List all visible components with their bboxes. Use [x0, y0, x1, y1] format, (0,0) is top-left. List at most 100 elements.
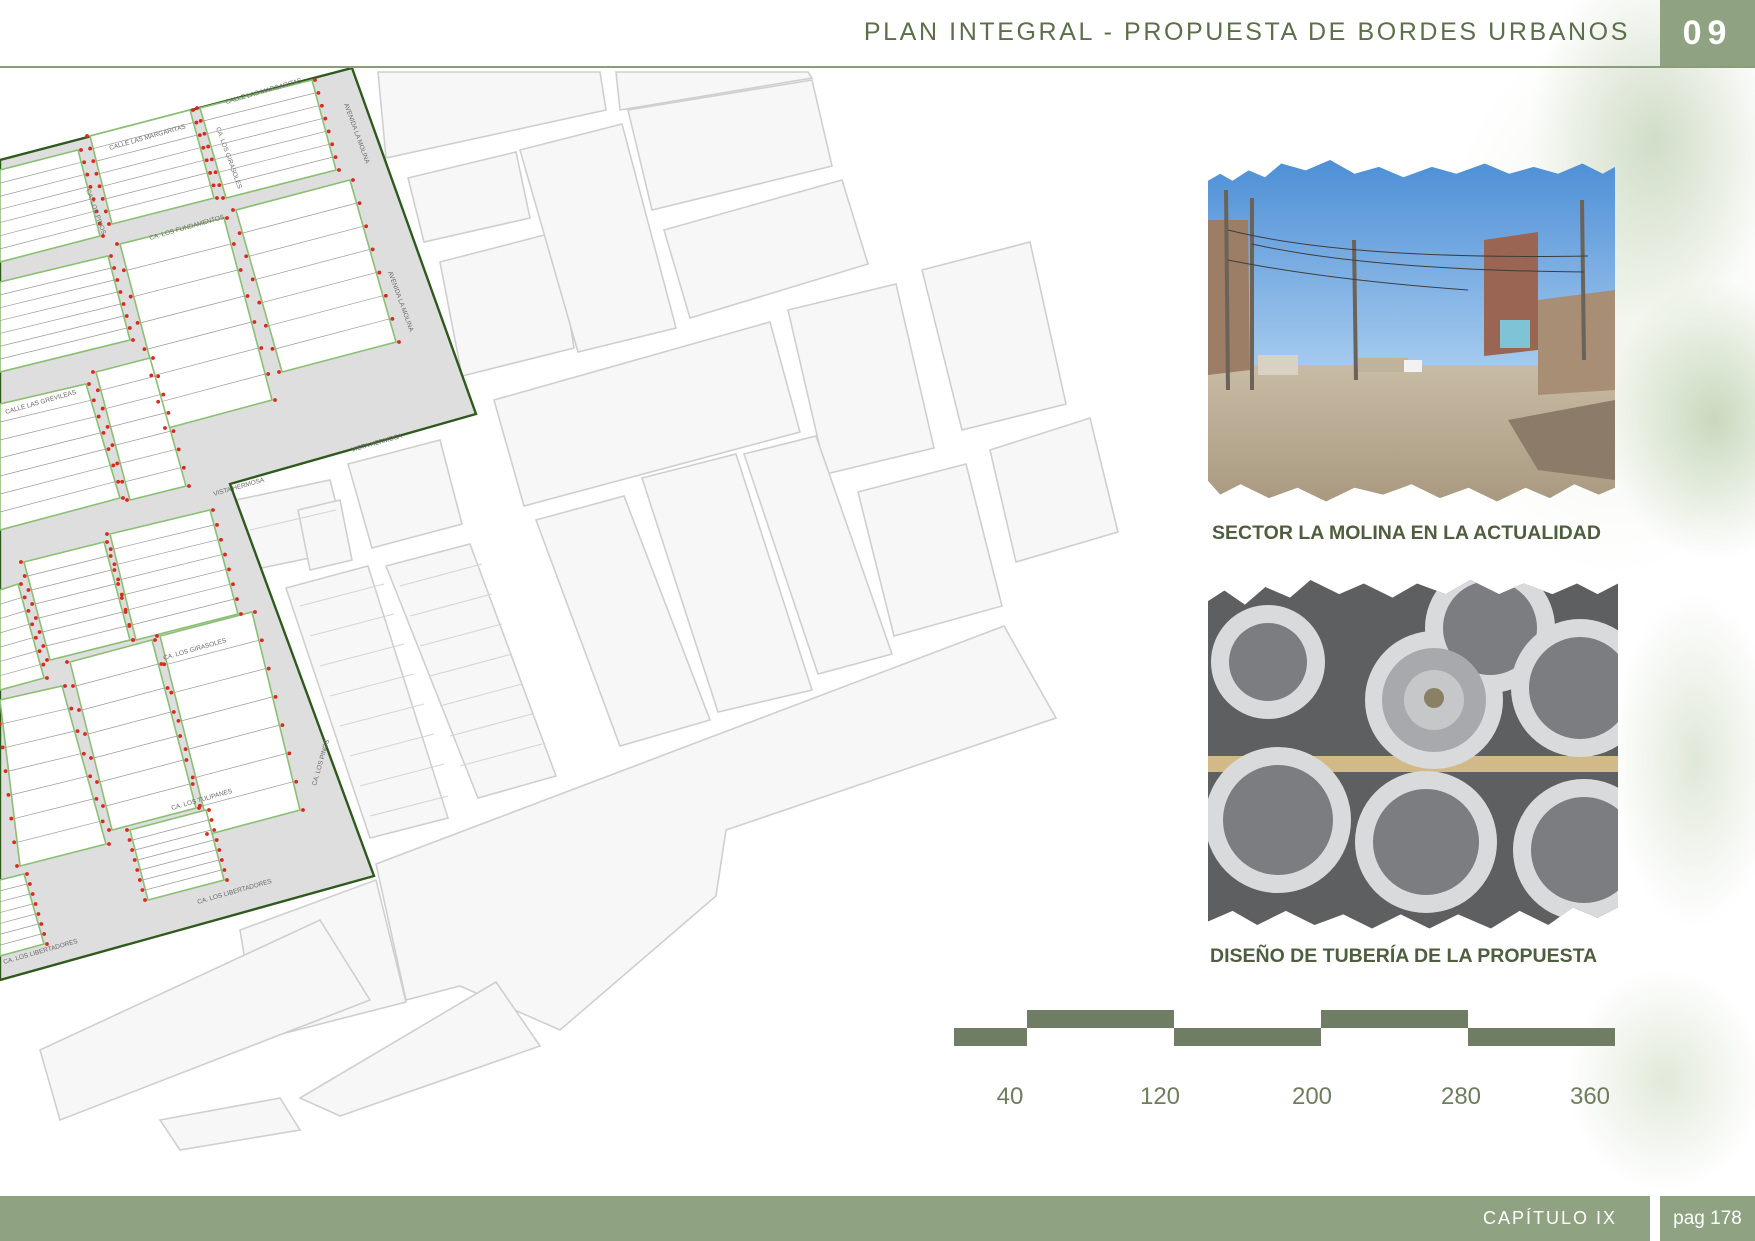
street-point: [108, 554, 113, 558]
street-point: [156, 399, 161, 404]
street-point: [41, 662, 46, 667]
street-point: [115, 461, 120, 466]
street-point: [364, 224, 369, 229]
street-point: [42, 932, 47, 936]
street-point: [37, 649, 42, 654]
street-point: [211, 508, 215, 512]
street-point: [213, 170, 218, 175]
street-point: [140, 888, 145, 892]
street-point: [81, 751, 86, 756]
street-point: [214, 838, 219, 842]
street-point: [39, 922, 44, 926]
footer-chapter: CAPÍTULO IX: [1482, 1208, 1617, 1228]
street-point: [206, 144, 211, 149]
street-point: [219, 858, 224, 862]
street-point: [207, 808, 211, 812]
street-point: [116, 577, 121, 582]
street-point: [100, 196, 105, 201]
street-point: [26, 608, 31, 613]
pipes-photo: [1208, 580, 1618, 929]
street-point: [397, 340, 401, 344]
street-point: [30, 602, 35, 606]
street-point: [36, 912, 41, 916]
street-point: [227, 567, 231, 572]
street-point: [37, 630, 42, 634]
street-point: [190, 775, 195, 780]
street-point: [357, 201, 362, 206]
street-point: [94, 796, 99, 801]
street-point: [181, 465, 186, 470]
street-point: [107, 828, 111, 832]
street-point: [45, 676, 49, 680]
street-point: [30, 622, 35, 627]
street-point: [123, 610, 128, 614]
street-point: [156, 374, 161, 379]
street-point: [94, 171, 99, 176]
street-point: [277, 370, 281, 374]
street-point: [85, 134, 89, 138]
street-point: [337, 168, 341, 172]
street-point: [204, 158, 209, 163]
street-point: [221, 196, 225, 200]
street-point: [205, 832, 209, 836]
street-point: [266, 666, 271, 671]
street-point: [169, 690, 174, 695]
street-point: [112, 266, 117, 270]
street-point: [239, 612, 243, 616]
street-point: [82, 160, 87, 165]
street-point: [316, 90, 321, 95]
street-point: [107, 842, 111, 846]
street-point: [108, 547, 113, 552]
street-point: [313, 78, 317, 82]
street-point: [33, 902, 38, 906]
street-point: [9, 816, 14, 821]
street-point: [6, 792, 11, 797]
street-point: [225, 878, 229, 882]
street-point: [128, 294, 133, 299]
street-point: [127, 326, 132, 330]
street-point: [83, 732, 87, 736]
street-point: [79, 148, 83, 152]
street-point: [165, 686, 170, 690]
street-point: [191, 108, 195, 112]
street-point: [171, 710, 176, 714]
street-point: [89, 756, 93, 760]
street-point: [85, 172, 90, 177]
street-point: [238, 268, 243, 272]
street-point: [153, 638, 157, 642]
chapter-number-badge: 09: [1660, 0, 1755, 66]
street-point: [100, 406, 105, 411]
street-point: [163, 426, 167, 430]
street-point: [195, 106, 199, 110]
street-point: [287, 751, 292, 756]
street-point: [91, 370, 95, 374]
street-point: [3, 769, 8, 774]
street-point: [171, 429, 176, 434]
street-point: [110, 443, 115, 448]
street-point: [103, 209, 108, 214]
street-point: [142, 347, 147, 352]
header-divider: [0, 66, 1755, 68]
street-point: [176, 718, 181, 723]
street-point: [370, 247, 375, 252]
street-point: [176, 447, 181, 452]
street-point: [301, 808, 305, 812]
street-point: [155, 634, 159, 638]
street-point: [351, 178, 355, 182]
page-number: pag 178: [1660, 1196, 1755, 1241]
street-point: [41, 644, 46, 648]
street-point: [111, 463, 116, 468]
street-point: [219, 537, 223, 542]
street-point: [197, 133, 202, 138]
street-point: [105, 540, 109, 544]
street-point: [253, 610, 257, 614]
street-point: [101, 430, 106, 435]
street-point: [69, 706, 74, 711]
scale-tick-label: 40: [996, 1083, 1024, 1110]
street-point: [88, 774, 93, 779]
street-point: [270, 346, 275, 351]
scale-tick-label: 200: [1291, 1083, 1333, 1110]
street-point: [201, 145, 206, 150]
street-point: [77, 708, 81, 712]
street-point: [231, 242, 236, 246]
